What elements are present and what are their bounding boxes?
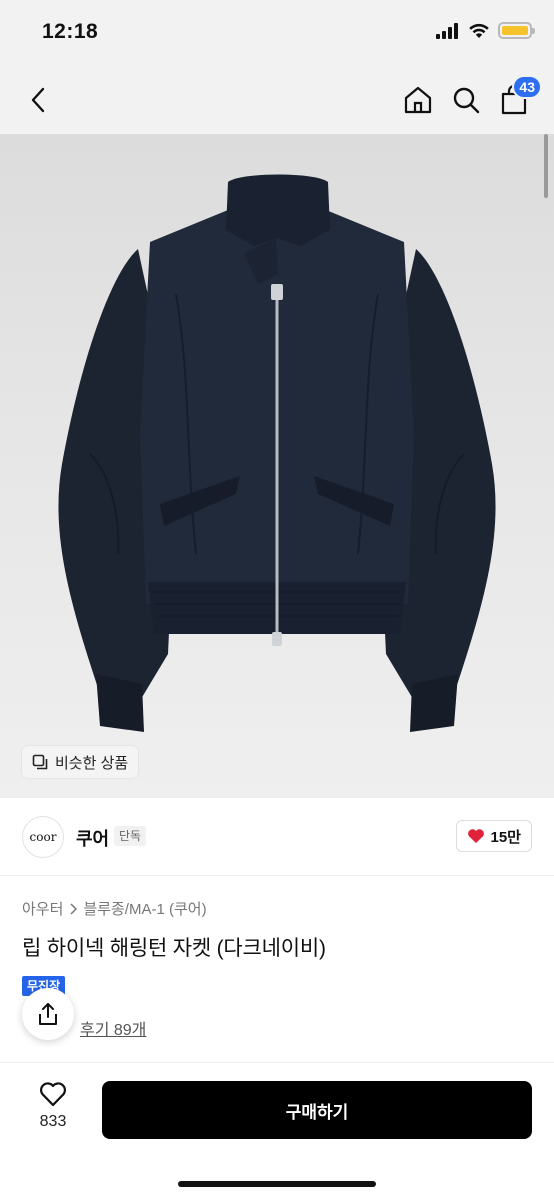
signal-icon bbox=[436, 22, 458, 39]
back-button[interactable] bbox=[18, 80, 58, 120]
home-icon bbox=[404, 86, 432, 114]
status-bar: 12:18 bbox=[0, 0, 554, 66]
cart-button[interactable]: 43 bbox=[494, 75, 542, 120]
status-icons bbox=[436, 22, 535, 39]
home-button[interactable] bbox=[398, 80, 438, 120]
home-indicator bbox=[178, 1181, 376, 1187]
similar-products-button[interactable]: 비슷한 상품 bbox=[22, 746, 139, 778]
wishlist-button[interactable]: 833 bbox=[30, 1081, 76, 1131]
brand-like-count: 15만 bbox=[490, 828, 522, 846]
chevron-left-icon bbox=[31, 87, 45, 113]
brand-row: coor 쿠어 단독 15만 bbox=[0, 798, 554, 876]
bottom-action-bar: 833 구매하기 bbox=[0, 1062, 554, 1200]
brand-like-button[interactable]: 15만 bbox=[455, 820, 532, 852]
similar-products-label: 비슷한 상품 bbox=[55, 754, 129, 772]
buy-button[interactable]: 구매하기 bbox=[102, 1081, 532, 1139]
breadcrumb-item-main[interactable]: 아우터 bbox=[22, 898, 63, 919]
exclusive-tag: 단독 bbox=[114, 826, 147, 846]
breadcrumb-item-sub[interactable]: 블루종/MA-1 (쿠어) bbox=[83, 898, 206, 919]
wishlist-count: 833 bbox=[39, 1113, 67, 1130]
scroll-indicator bbox=[544, 134, 548, 198]
search-button[interactable] bbox=[446, 80, 486, 120]
cart-count-badge: 43 bbox=[512, 75, 542, 99]
brand-logo[interactable]: coor bbox=[22, 816, 64, 858]
share-button[interactable] bbox=[22, 988, 74, 1040]
status-time: 12:18 bbox=[42, 20, 99, 43]
product-title: 립 하이넥 해링턴 자켓 (다크네이비) bbox=[22, 937, 326, 960]
wifi-icon bbox=[469, 23, 489, 38]
search-icon bbox=[453, 87, 480, 114]
jacket-illustration bbox=[58, 174, 496, 732]
heart-filled-icon bbox=[467, 829, 484, 843]
review-link[interactable]: 후기 89개 bbox=[80, 1016, 146, 1040]
heart-outline-icon bbox=[40, 1082, 66, 1107]
chevron-right-icon bbox=[70, 902, 78, 915]
brand-name[interactable]: 쿠어 bbox=[76, 825, 109, 851]
share-icon bbox=[39, 1003, 57, 1025]
product-image[interactable] bbox=[0, 134, 554, 798]
similar-icon bbox=[32, 754, 48, 770]
nav-bar: 43 bbox=[0, 66, 554, 134]
breadcrumb: 아우터 블루종/MA-1 (쿠어) bbox=[22, 898, 207, 919]
battery-icon bbox=[498, 22, 535, 39]
